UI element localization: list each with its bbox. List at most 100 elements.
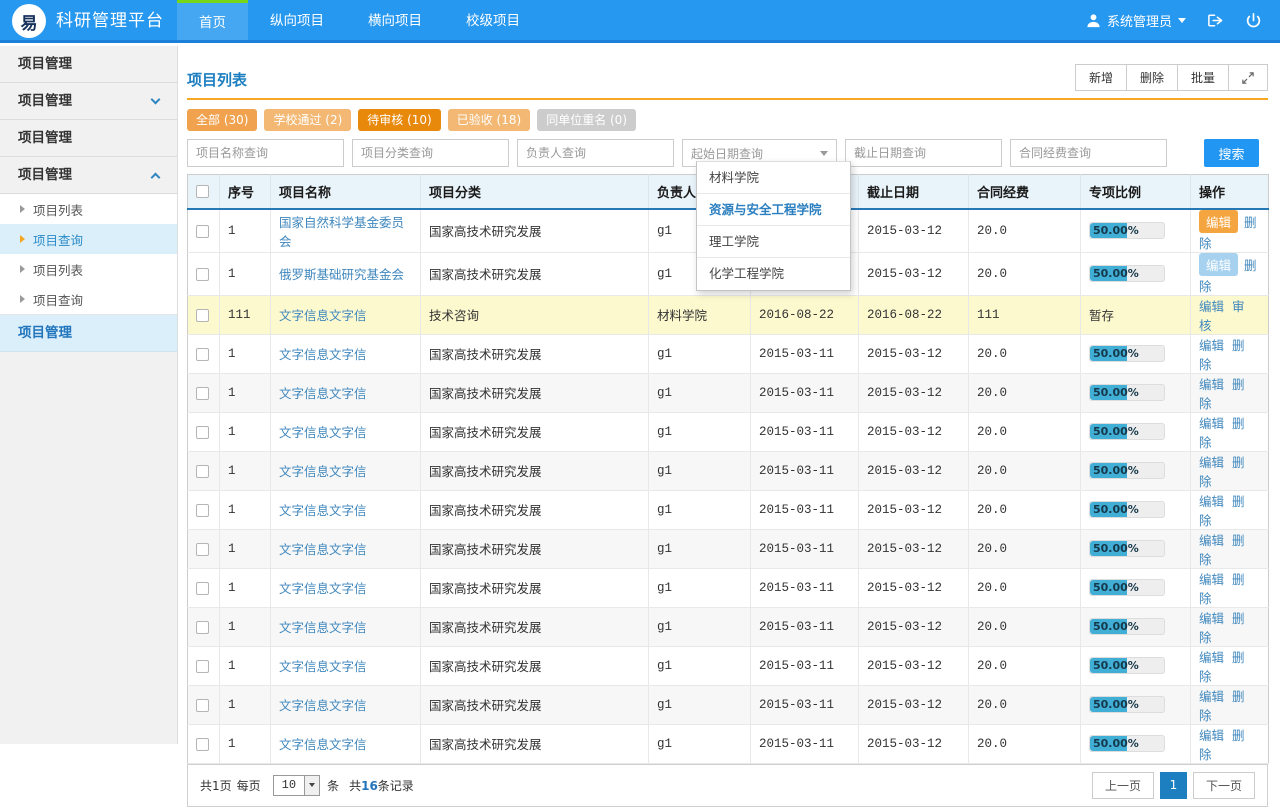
chevron-down-icon <box>151 95 161 105</box>
edit-action[interactable]: 编辑 <box>1199 689 1224 704</box>
top-nav-tab[interactable]: 校级项目 <box>444 0 542 40</box>
row-checkbox[interactable] <box>196 309 209 322</box>
sidebar-item[interactable]: 项目列表 <box>0 194 177 224</box>
start-date-cell: 2015-03-11 <box>751 373 859 412</box>
current-page-button[interactable]: 1 <box>1160 772 1187 799</box>
row-checkbox[interactable] <box>196 582 209 595</box>
column-header[interactable]: 截止日期 <box>859 175 969 209</box>
sidebar: 项目管理项目管理项目管理项目管理项目列表项目查询项目列表项目查询项目管理 <box>0 46 178 744</box>
project-name-cell[interactable]: 文字信息文字信 <box>271 451 421 490</box>
row-checkbox[interactable] <box>196 660 209 673</box>
per-page-select[interactable]: 10 <box>273 775 320 796</box>
toolbar-button[interactable]: 新增 <box>1075 64 1127 91</box>
search-input[interactable] <box>845 139 1002 167</box>
records-prefix: 共 <box>349 779 361 793</box>
row-checkbox[interactable] <box>196 504 209 517</box>
seq-cell: 1 <box>220 451 271 490</box>
edit-action[interactable]: 编辑 <box>1199 455 1224 470</box>
sidebar-group[interactable]: 项目管理 <box>0 315 177 352</box>
toolbar: 新增删除批量 <box>1076 64 1268 91</box>
search-input[interactable] <box>1010 139 1167 167</box>
dropdown-item[interactable]: 资源与安全工程学院 <box>697 194 850 226</box>
column-header[interactable]: 项目分类 <box>421 175 649 209</box>
next-page-button[interactable]: 下一页 <box>1193 772 1255 799</box>
project-name-cell[interactable]: 文字信息文字信 <box>271 334 421 373</box>
project-name-cell[interactable]: 国家自然科学基金委员会 <box>271 209 421 253</box>
sidebar-group[interactable]: 项目管理 <box>0 157 177 194</box>
edit-action[interactable]: 编辑 <box>1199 494 1224 509</box>
power-icon[interactable] <box>1245 12 1262 29</box>
edit-action[interactable]: 编辑 <box>1199 338 1224 353</box>
dropdown-item[interactable]: 材料学院 <box>697 162 850 194</box>
sidebar-group[interactable]: 项目管理 <box>0 83 177 120</box>
sidebar-item[interactable]: 项目查询 <box>0 284 177 314</box>
sidebar-item[interactable]: 项目列表 <box>0 254 177 284</box>
dropdown-item[interactable]: 理工学院 <box>697 226 850 258</box>
project-name-cell[interactable]: 文字信息文字信 <box>271 490 421 529</box>
logout-icon[interactable] <box>1206 12 1225 29</box>
top-nav-tab[interactable]: 首页 <box>177 0 248 40</box>
sidebar-item[interactable]: 项目查询 <box>0 224 177 254</box>
select-all-checkbox[interactable] <box>196 185 209 198</box>
search-input[interactable] <box>187 139 344 167</box>
edit-action[interactable]: 编辑 <box>1199 650 1224 665</box>
filter-tag[interactable]: 同单位重名 (0) <box>537 109 636 131</box>
project-name-cell[interactable]: 文字信息文字信 <box>271 412 421 451</box>
edit-action[interactable]: 编辑 <box>1199 210 1238 233</box>
project-name-cell[interactable]: 文字信息文字信 <box>271 607 421 646</box>
top-nav-tab[interactable]: 横向项目 <box>346 0 444 40</box>
fee-cell: 20.0 <box>969 685 1081 724</box>
filter-tag[interactable]: 全部 (30) <box>187 109 257 131</box>
project-name-cell[interactable]: 文字信息文字信 <box>271 568 421 607</box>
row-checkbox[interactable] <box>196 426 209 439</box>
sidebar-group[interactable]: 项目管理 <box>0 120 177 157</box>
user-menu[interactable]: 系统管理员 <box>1086 11 1186 30</box>
search-button[interactable]: 搜索 <box>1204 139 1259 167</box>
top-nav-tab[interactable]: 纵向项目 <box>248 0 346 40</box>
row-checkbox[interactable] <box>196 738 209 751</box>
edit-action[interactable]: 编辑 <box>1199 377 1224 392</box>
owner-cell: 材料学院 <box>649 295 751 334</box>
project-name-cell[interactable]: 文字信息文字信 <box>271 685 421 724</box>
row-checkbox[interactable] <box>196 621 209 634</box>
filter-tag[interactable]: 学校通过 (2) <box>264 109 351 131</box>
row-checkbox[interactable] <box>196 465 209 478</box>
sidebar-group[interactable]: 项目管理 <box>0 46 177 83</box>
row-checkbox[interactable] <box>196 543 209 556</box>
sidebar-item-label: 项目列表 <box>33 200 83 219</box>
toolbar-button[interactable]: 批量 <box>1177 64 1229 91</box>
edit-action[interactable]: 编辑 <box>1199 253 1238 276</box>
row-checkbox[interactable] <box>196 268 209 281</box>
column-header[interactable]: 操作 <box>1191 175 1269 209</box>
filter-tag[interactable]: 待审核 (10) <box>358 109 440 131</box>
project-name-cell[interactable]: 文字信息文字信 <box>271 295 421 334</box>
edit-action[interactable]: 编辑 <box>1199 611 1224 626</box>
prev-page-button[interactable]: 上一页 <box>1092 772 1154 799</box>
edit-action[interactable]: 编辑 <box>1199 572 1224 587</box>
search-input[interactable] <box>517 139 674 167</box>
edit-action[interactable]: 编辑 <box>1199 533 1224 548</box>
project-name-cell[interactable]: 俄罗斯基础研究基金会 <box>271 252 421 295</box>
row-checkbox[interactable] <box>196 348 209 361</box>
toolbar-button[interactable]: 删除 <box>1126 64 1178 91</box>
search-input[interactable] <box>352 139 509 167</box>
row-checkbox[interactable] <box>196 225 209 238</box>
project-name-cell[interactable]: 文字信息文字信 <box>271 529 421 568</box>
column-header[interactable]: 专项比例 <box>1081 175 1191 209</box>
dropdown-item[interactable]: 化学工程学院 <box>697 258 850 290</box>
edit-action[interactable]: 编辑 <box>1199 728 1224 743</box>
column-header[interactable]: 合同经费 <box>969 175 1081 209</box>
owner-cell: g1 <box>649 373 751 412</box>
table-row: 1文字信息文字信国家高技术研究发展g12015-03-112015-03-122… <box>188 646 1269 685</box>
edit-action[interactable]: 编辑 <box>1199 299 1224 314</box>
expand-icon[interactable] <box>1228 64 1268 91</box>
column-header[interactable]: 序号 <box>220 175 271 209</box>
project-name-cell[interactable]: 文字信息文字信 <box>271 646 421 685</box>
row-checkbox[interactable] <box>196 699 209 712</box>
edit-action[interactable]: 编辑 <box>1199 416 1224 431</box>
project-name-cell[interactable]: 文字信息文字信 <box>271 373 421 412</box>
row-checkbox[interactable] <box>196 387 209 400</box>
column-header[interactable]: 项目名称 <box>271 175 421 209</box>
filter-tag[interactable]: 已验收 (18) <box>448 109 530 131</box>
ops-cell: 编辑删除 <box>1191 490 1269 529</box>
